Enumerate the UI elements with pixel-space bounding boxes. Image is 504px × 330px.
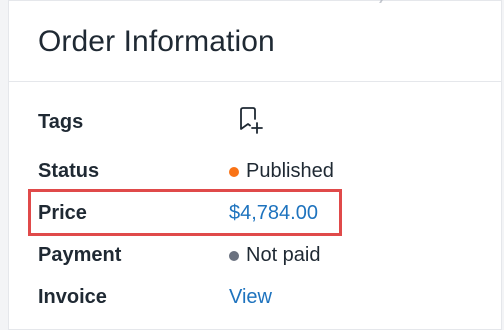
price-row: Price $4,784.00 <box>9 195 501 231</box>
payment-dot-icon <box>229 250 239 261</box>
payment-row: Payment Not paid <box>9 237 501 273</box>
invoice-label: Invoice <box>38 286 107 308</box>
status-label: Status <box>38 160 100 182</box>
tags-label: Tags <box>38 111 84 133</box>
top-edge-fragment <box>379 0 393 3</box>
payment-value: Not paid <box>229 244 321 267</box>
card-header: Order Information <box>9 1 501 82</box>
price-link[interactable]: $4,784.00 <box>229 202 318 225</box>
invoice-row: Invoice View <box>9 279 501 315</box>
invoice-view-link[interactable]: View <box>229 286 272 309</box>
status-row: Status Published <box>9 153 501 189</box>
status-dot-icon <box>229 166 239 177</box>
add-tag-button[interactable] <box>237 104 265 134</box>
card-title: Order Information <box>38 25 275 58</box>
tags-row: Tags <box>9 104 501 140</box>
add-tag-icon <box>240 107 263 134</box>
status-value: Published <box>229 160 334 183</box>
price-label: Price <box>38 202 87 224</box>
status-text: Published <box>246 160 334 182</box>
payment-text: Not paid <box>246 244 321 266</box>
order-information-card: Order Information Tags Status Published … <box>8 0 502 330</box>
payment-label: Payment <box>38 244 122 266</box>
